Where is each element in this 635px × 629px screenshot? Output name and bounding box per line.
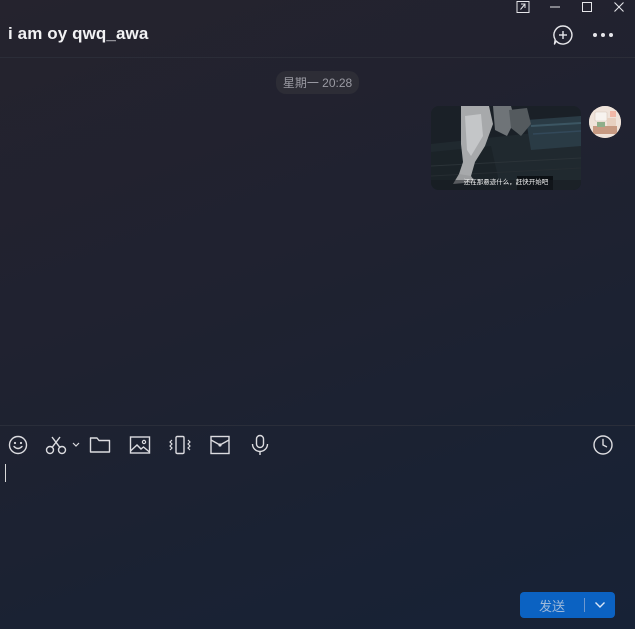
emoji-icon	[8, 435, 28, 455]
message-input[interactable]	[8, 464, 628, 584]
scissors-icon	[45, 436, 80, 455]
close-button[interactable]	[603, 0, 635, 14]
image-icon	[129, 436, 151, 454]
minimize-button[interactable]	[539, 0, 571, 14]
minimize-icon	[550, 6, 560, 8]
text-caret	[5, 464, 6, 482]
microphone-icon	[251, 434, 269, 455]
message-list[interactable]: 星期一 20:28 还在那悬迹什么，赶快开始吧	[0, 59, 635, 425]
composer-toolbar	[0, 432, 635, 458]
avatar-image	[589, 106, 621, 138]
send-button-group: 发送	[520, 592, 615, 618]
composer: 发送	[0, 425, 635, 629]
timestamp-label: 星期一 20:28	[275, 71, 360, 94]
add-chat-icon	[553, 25, 573, 45]
more-icon	[593, 33, 613, 37]
more-options-button[interactable]	[590, 22, 616, 48]
screenshot-button[interactable]	[45, 432, 83, 458]
avatar[interactable]	[589, 106, 621, 138]
folder-button[interactable]	[89, 432, 111, 458]
maximize-icon	[582, 2, 592, 12]
message-row: 还在那悬迹什么，赶快开始吧	[431, 106, 621, 190]
image-button[interactable]	[129, 432, 151, 458]
history-button[interactable]	[592, 432, 614, 458]
image-caption: 还在那悬迹什么，赶快开始吧	[463, 179, 549, 186]
close-icon	[614, 2, 624, 12]
emoji-button[interactable]	[6, 432, 30, 458]
window-controls	[507, 0, 635, 14]
maximize-button[interactable]	[571, 0, 603, 14]
send-options-dropdown[interactable]	[585, 592, 615, 618]
red-packet-icon	[210, 435, 230, 455]
chat-header: i am oy qwq_awa	[0, 14, 635, 58]
history-clock-icon	[593, 435, 613, 455]
chevron-down-icon	[595, 602, 605, 608]
shake-icon	[169, 435, 191, 455]
send-button[interactable]: 发送	[520, 592, 584, 618]
pin-window-button[interactable]	[507, 0, 539, 14]
chat-title[interactable]: i am oy qwq_awa	[8, 24, 148, 44]
add-chat-button[interactable]	[550, 22, 576, 48]
red-packet-button[interactable]	[209, 432, 231, 458]
time-divider: 星期一 20:28	[0, 71, 635, 94]
shake-button[interactable]	[168, 432, 192, 458]
image-message[interactable]: 还在那悬迹什么，赶快开始吧	[431, 106, 581, 190]
voice-button[interactable]	[249, 432, 271, 458]
pin-icon	[516, 1, 530, 13]
folder-icon	[89, 437, 111, 453]
